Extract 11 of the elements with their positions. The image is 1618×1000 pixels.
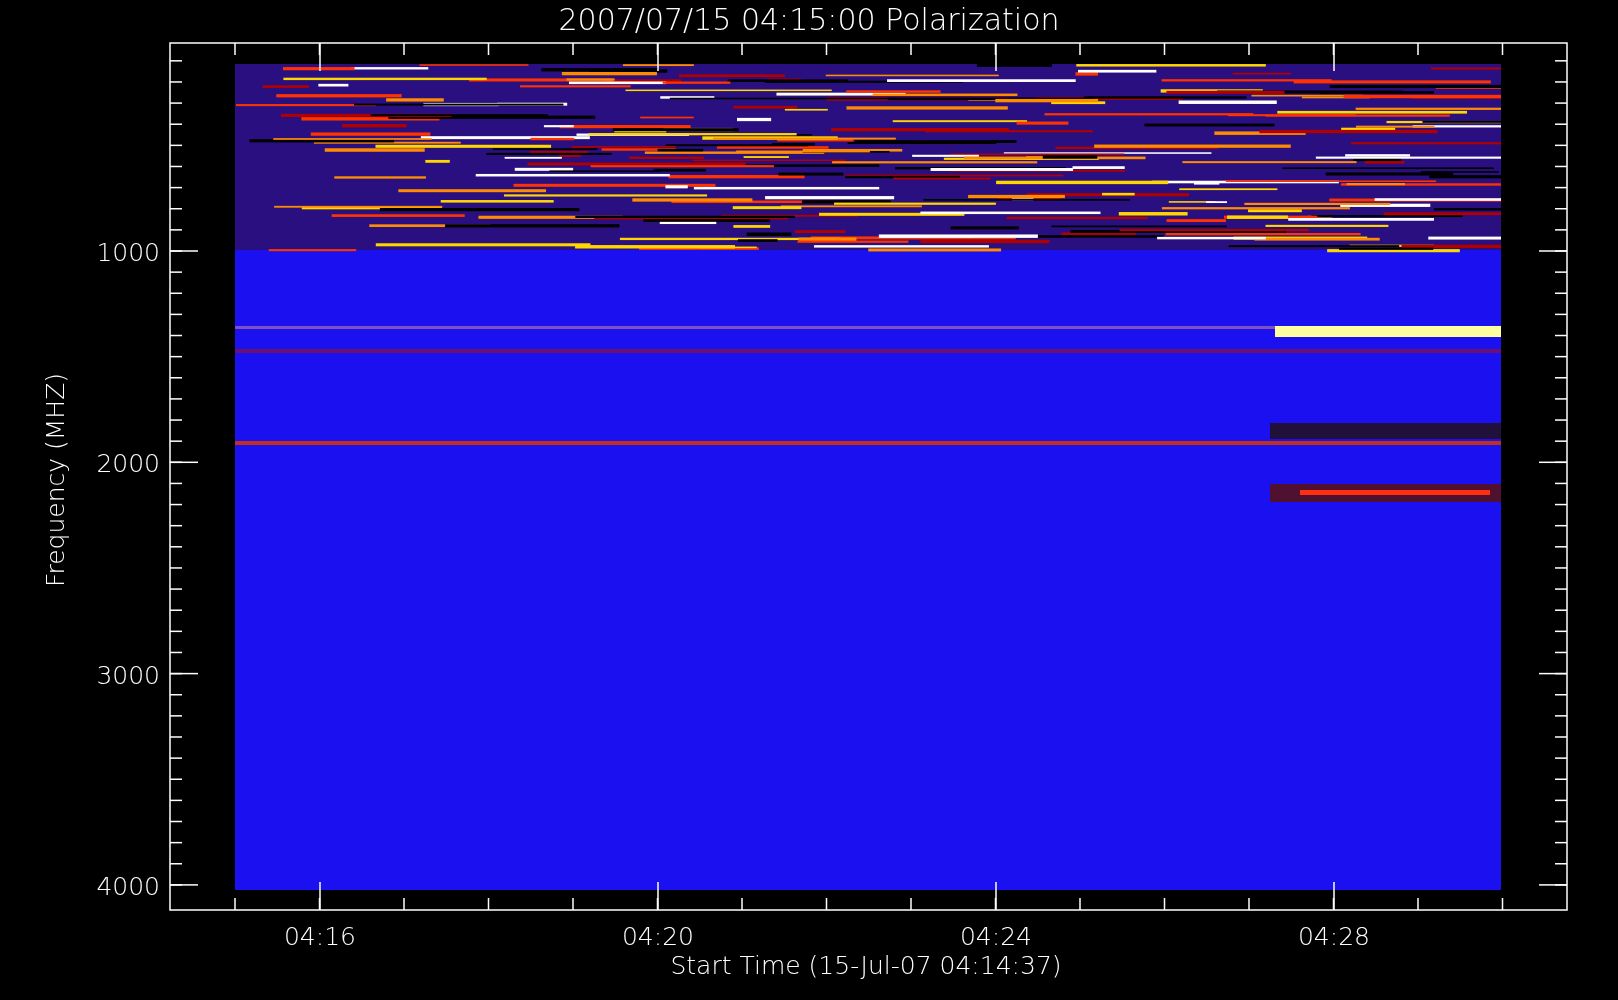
y-tick-label: 4000 [96, 871, 160, 901]
y-tick-label: 3000 [96, 660, 160, 690]
x-tick-label: 04:24 [960, 922, 1032, 951]
y-tick-label: 1000 [96, 238, 160, 267]
x-tick-label: 04:20 [622, 922, 694, 951]
x-tick-label: 04:28 [1298, 922, 1370, 951]
x-axis-label: Start Time (15-Jul-07 04:14:37) [670, 951, 1062, 980]
y-axis-label: Frequency (MHZ) [41, 372, 70, 588]
x-tick-label: 04:16 [284, 922, 356, 951]
y-tick-label: 2000 [96, 449, 160, 479]
chart-title: 2007/07/15 04:15:00 Polarization [558, 2, 1060, 37]
